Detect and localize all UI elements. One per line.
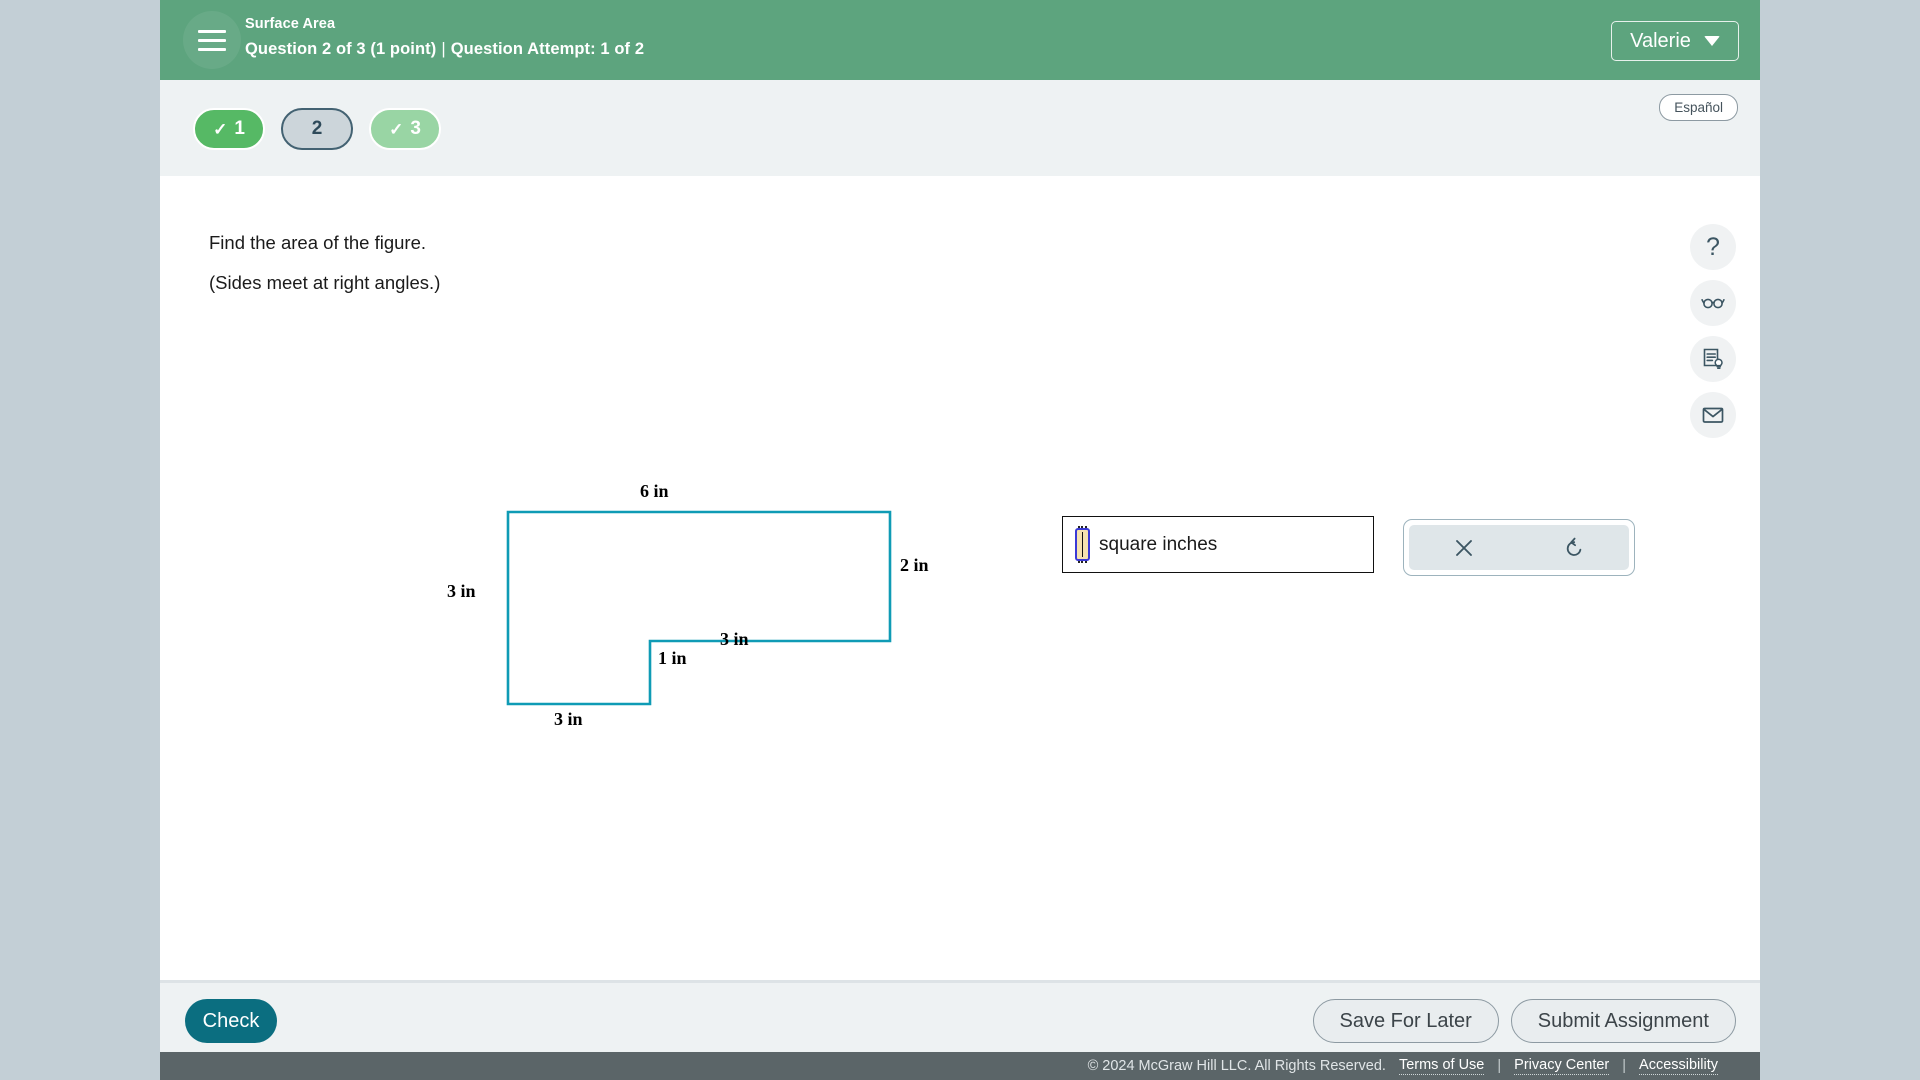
prompt-line-1: Find the area of the figure. bbox=[209, 232, 426, 253]
language-toggle-label: Español bbox=[1674, 100, 1723, 115]
check-button[interactable]: Check bbox=[185, 999, 277, 1043]
user-name-label: Valerie bbox=[1630, 29, 1691, 52]
answer-input-box[interactable]: square inches bbox=[1062, 516, 1374, 573]
assignment-title: Surface Area bbox=[245, 16, 336, 32]
bottom-action-bar: Check Save For Later Submit Assignment bbox=[160, 980, 1760, 1052]
l-shape-polygon-svg bbox=[506, 510, 892, 706]
message-button[interactable] bbox=[1690, 392, 1736, 438]
question-content-area: Find the area of the figure. (Sides meet… bbox=[160, 176, 1760, 980]
figure-label-right-upper: 2 in bbox=[900, 555, 929, 575]
copyright-text: © 2024 McGraw Hill LLC. All Rights Reser… bbox=[1087, 1058, 1386, 1074]
question-pill-3[interactable]: ✓ 3 bbox=[369, 108, 441, 150]
help-question-icon: ? bbox=[1706, 232, 1720, 261]
answer-tools-panel bbox=[1403, 519, 1635, 576]
l-shape-outline bbox=[506, 510, 892, 706]
tool-icon-rail: ? bbox=[1690, 224, 1736, 438]
question-nav-strip: ✓ 1 2 ✓ 3 Español bbox=[160, 80, 1760, 176]
question-pill-label: 1 bbox=[234, 118, 245, 139]
question-pill-1[interactable]: ✓ 1 bbox=[193, 108, 265, 150]
right-action-group: Save For Later Submit Assignment bbox=[1312, 999, 1736, 1043]
question-pill-label: 2 bbox=[311, 118, 323, 139]
undo-button[interactable] bbox=[1551, 529, 1597, 567]
figure-label-inner-vertical: 1 in bbox=[658, 648, 687, 668]
read-aloud-button[interactable] bbox=[1690, 280, 1736, 326]
hamburger-bar bbox=[198, 47, 226, 51]
explain-button[interactable] bbox=[1690, 336, 1736, 382]
close-x-icon bbox=[1456, 539, 1472, 556]
question-pill-label: 3 bbox=[410, 118, 421, 139]
figure-label-middle-horizontal: 3 in bbox=[720, 629, 749, 649]
save-for-later-button[interactable]: Save For Later bbox=[1312, 999, 1499, 1043]
check-icon: ✓ bbox=[213, 119, 228, 139]
question-progress: Question 2 of 3 (1 point) bbox=[245, 40, 437, 58]
clear-answer-button[interactable] bbox=[1441, 529, 1487, 567]
geometry-figure: 6 in 2 in 3 in 1 in 3 in 3 in bbox=[447, 481, 929, 729]
help-button[interactable]: ? bbox=[1690, 224, 1736, 270]
math-answer-field[interactable] bbox=[1075, 526, 1090, 563]
check-icon: ✓ bbox=[389, 119, 404, 139]
question-pill-2[interactable]: 2 bbox=[281, 108, 353, 150]
field-bottom-tick bbox=[1078, 561, 1087, 565]
undo-arrow-icon bbox=[1566, 537, 1582, 556]
header-titles: Surface Area Question 2 of 3 (1 point) | Q… bbox=[245, 14, 644, 60]
figure-label-left: 3 in bbox=[447, 581, 476, 601]
question-pill-row: ✓ 1 2 ✓ 3 bbox=[193, 108, 441, 150]
explain-document-icon bbox=[1703, 348, 1723, 369]
terms-of-use-link[interactable]: Terms of Use bbox=[1398, 1057, 1485, 1075]
text-caret bbox=[1081, 532, 1084, 557]
figure-label-top: 6 in bbox=[640, 481, 669, 501]
accessibility-link[interactable]: Accessibility bbox=[1639, 1057, 1718, 1075]
field-top-tick bbox=[1078, 526, 1087, 530]
app-header: Surface Area Question 2 of 3 (1 point) | Q… bbox=[160, 0, 1760, 80]
chevron-down-icon bbox=[1703, 36, 1720, 46]
user-menu-button[interactable]: Valerie bbox=[1611, 21, 1739, 61]
footer-separator: | bbox=[1497, 1058, 1502, 1074]
page-footer: © 2024 McGraw Hill LLC. All Rights Reser… bbox=[160, 1052, 1760, 1080]
footer-separator: | bbox=[1622, 1058, 1627, 1074]
language-toggle-button[interactable]: Español bbox=[1659, 94, 1738, 121]
submit-assignment-button[interactable]: Submit Assignment bbox=[1510, 999, 1736, 1043]
app-root: Surface Area Question 2 of 3 (1 point) | Q… bbox=[0, 0, 1920, 1080]
glasses-reading-icon bbox=[1701, 298, 1725, 309]
status-separator: | bbox=[441, 40, 446, 58]
figure-label-bottom: 3 in bbox=[554, 709, 583, 729]
envelope-message-icon bbox=[1702, 407, 1724, 423]
page-frame: Surface Area Question 2 of 3 (1 point) | Q… bbox=[160, 0, 1760, 1080]
hamburger-menu-icon[interactable] bbox=[183, 11, 241, 69]
question-prompt: Find the area of the figure. (Sides meet… bbox=[209, 223, 440, 303]
answer-tools-inner bbox=[1409, 525, 1629, 570]
hamburger-bar bbox=[198, 38, 226, 42]
privacy-center-link[interactable]: Privacy Center bbox=[1514, 1057, 1610, 1075]
question-attempt: Question Attempt: 1 of 2 bbox=[450, 40, 645, 58]
answer-unit-label: square inches bbox=[1099, 533, 1218, 555]
question-status-line: Question 2 of 3 (1 point) | Question Attem… bbox=[245, 38, 644, 60]
prompt-line-2: (Sides meet at right angles.) bbox=[209, 272, 441, 293]
hamburger-bar bbox=[198, 29, 226, 33]
